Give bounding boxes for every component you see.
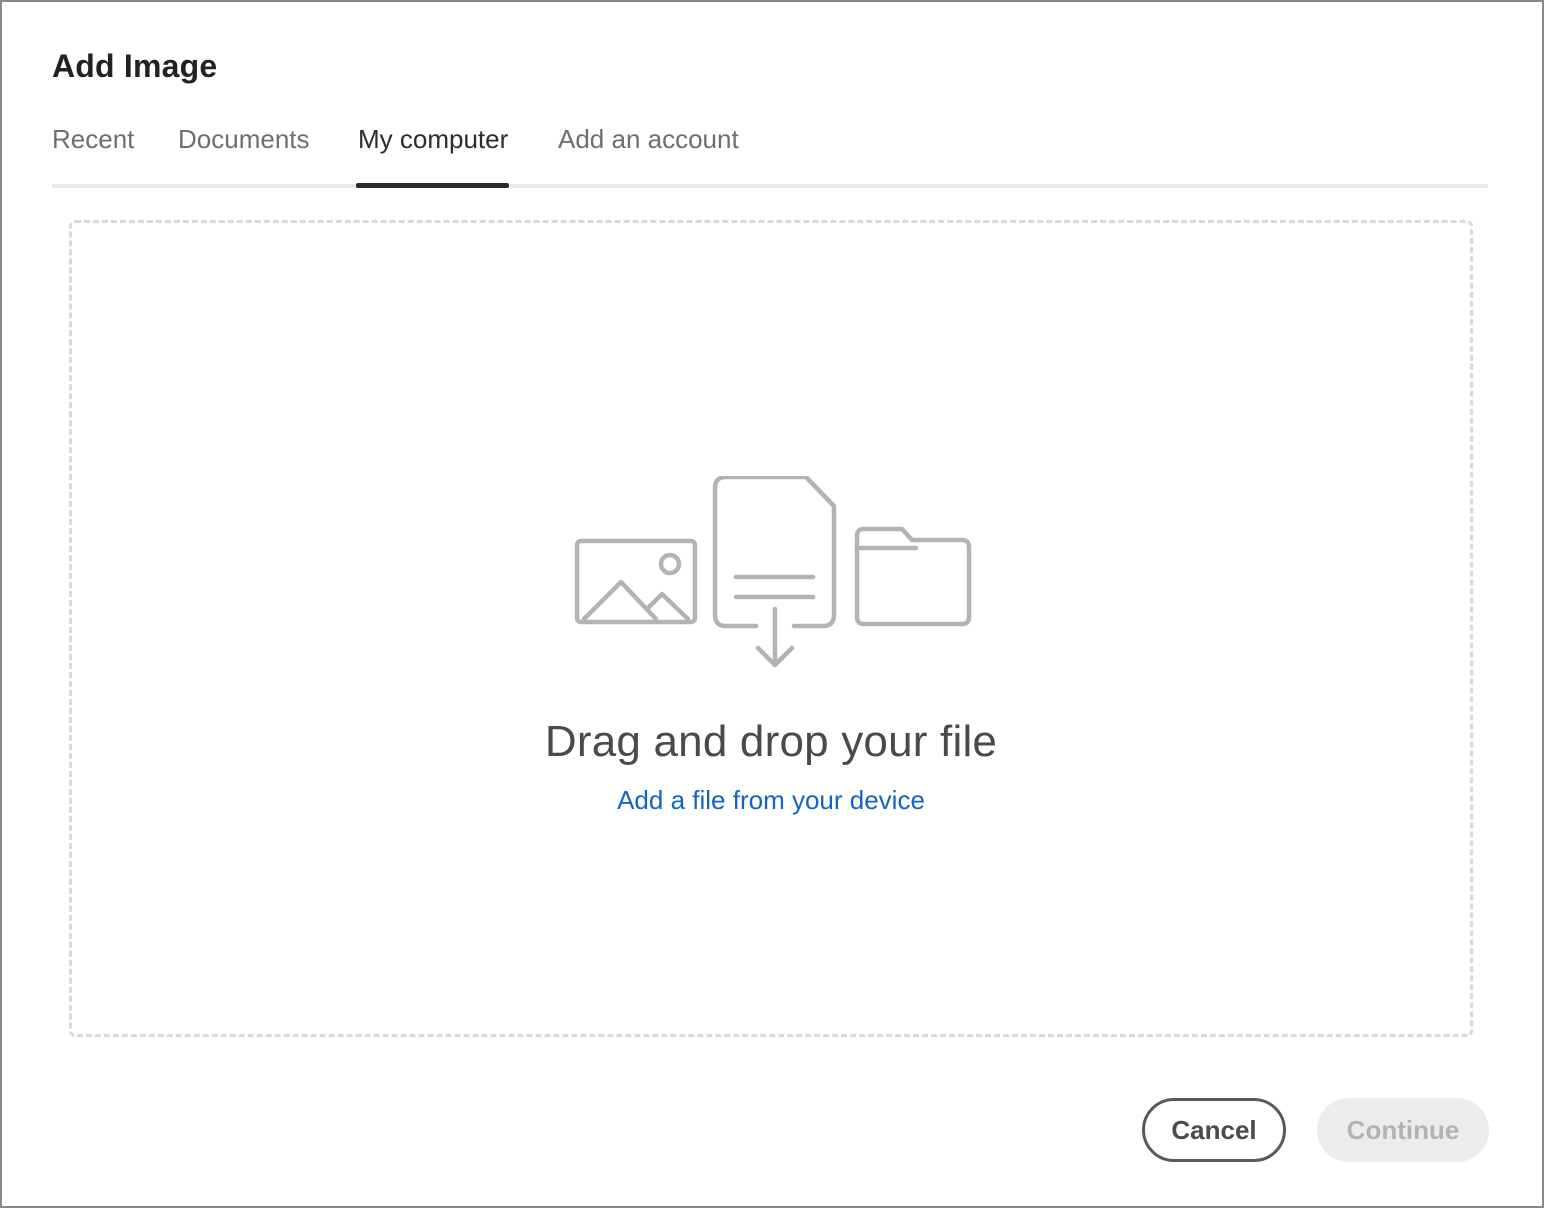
add-image-dialog: Add Image Recent Documents My computer A… [0,0,1544,1208]
tab-add-an-account[interactable]: Add an account [558,124,739,155]
tab-my-computer[interactable]: My computer [358,124,508,155]
drop-heading: Drag and drop your file [544,717,998,766]
continue-button[interactable]: Continue [1317,1098,1489,1162]
cancel-button[interactable]: Cancel [1142,1098,1286,1162]
document-download-icon [712,476,837,668]
upload-illustration [574,476,972,668]
file-drop-zone[interactable]: Drag and drop your file Add a file from … [69,220,1473,1037]
folder-icon [854,526,972,627]
add-file-from-device-link[interactable]: Add a file from your device [72,785,1470,816]
tab-divider [52,184,1488,188]
tab-recent[interactable]: Recent [52,124,134,155]
dialog-title: Add Image [52,48,218,84]
active-tab-indicator [356,183,509,188]
tab-bar: Recent Documents My computer Add an acco… [52,120,1488,190]
image-icon [574,538,698,625]
tab-documents[interactable]: Documents [178,124,310,155]
